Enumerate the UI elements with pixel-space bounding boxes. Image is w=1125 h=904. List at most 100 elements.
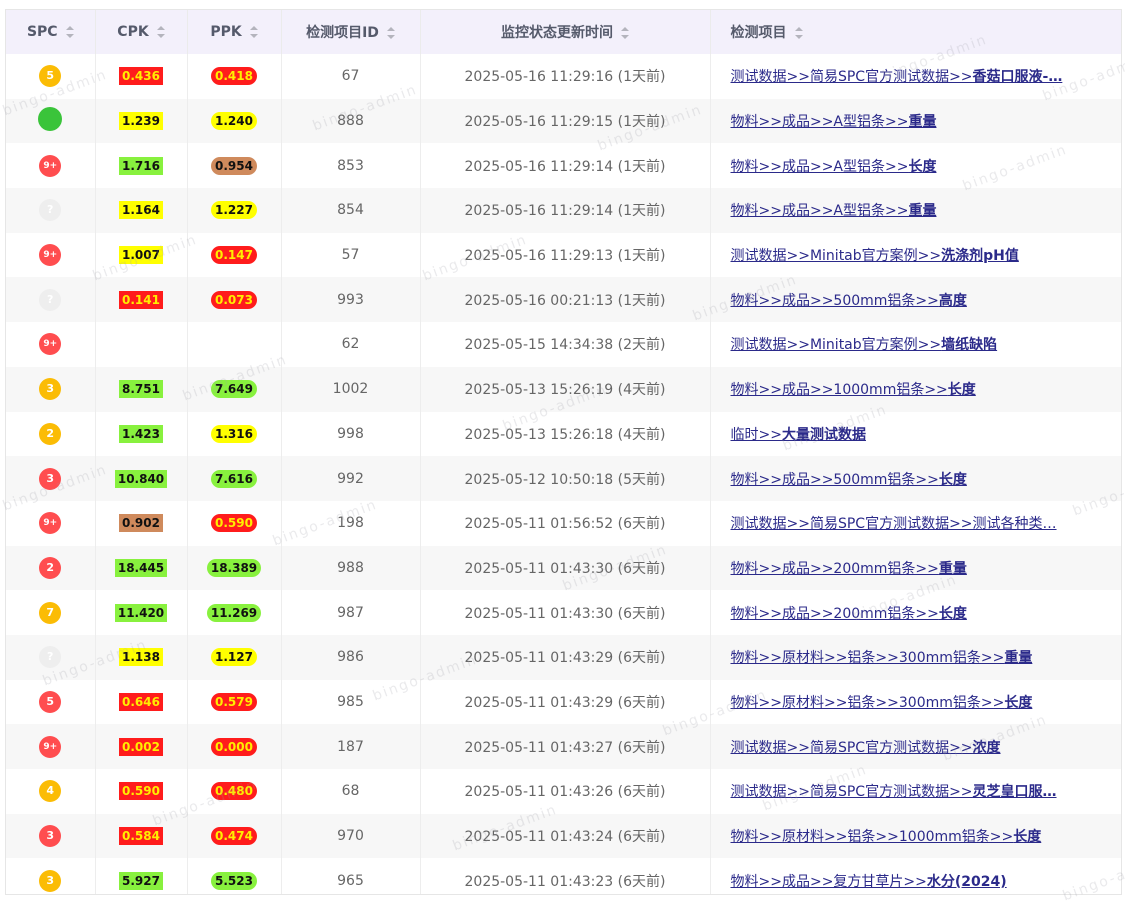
table-row[interactable]: 3 10.840 7.616 992 2025-05-12 10:50:18 (5天前)… [6,456,1121,501]
ppk-value: 0.954 [211,156,257,175]
table-row[interactable]: ? 1.138 1.127 986 2025-05-11 01:43:29 (6天前) 物… [6,634,1121,680]
item-link[interactable]: 测试数据>>简易SPC官方测试数据>>测试各种类… [731,516,1057,532]
item-link[interactable]: 物料>>原材料>>铝条>>1000mm铝条>>长度 [731,829,1042,845]
cell-spc: ? [6,634,96,680]
table-row[interactable]: 5 0.646 0.579 985 2025-05-11 01:43:29 (6天前) 物… [6,679,1121,725]
cell-item: 测试数据>>Minitab官方案例>>洗涤剂pH值 [710,233,1121,278]
spc-status-badge[interactable] [38,107,63,132]
cell-ppk: 7.616 [187,456,282,501]
item-link[interactable]: 物料>>成品>>A型铝条>>长度 [731,159,937,175]
cell-ppk: 0.480 [187,769,282,814]
sort-icon[interactable] [794,27,803,39]
spc-status-badge[interactable]: 3 [39,467,62,490]
item-link[interactable]: 物料>>成品>>A型铝条>>重量 [731,203,937,219]
table-row[interactable]: 1.239 1.240 888 2025-05-16 11:29:15 (1天前) 物料… [6,98,1121,144]
cell-ppk: 1.227 [187,188,282,233]
spc-status-badge[interactable]: 9+ [39,333,62,356]
item-path: 测试数据>>Minitab官方案例>> [730,248,942,265]
table-row[interactable]: 4 0.590 0.480 68 2025-05-11 01:43:26 (6天前) 测试… [6,769,1121,814]
spc-status-badge[interactable]: 9+ [39,512,62,535]
cell-spc [6,98,96,144]
spc-status-badge[interactable]: 2 [39,422,62,445]
item-link[interactable]: 测试数据>>简易SPC官方测试数据>>灵芝皇口服… [731,784,1057,800]
cell-item: 测试数据>>简易SPC官方测试数据>>浓度 [710,724,1121,769]
sort-icon[interactable] [156,26,165,38]
cell-update-time: 2025-05-11 01:43:30 (6天前) [420,590,711,635]
item-link[interactable]: 物料>>成品>>200mm铝条>>长度 [731,606,967,622]
table-row[interactable]: 3 8.751 7.649 1002 2025-05-13 15:26:19 (4天前)… [6,366,1121,412]
column-header-cpk[interactable]: CPK [95,10,188,54]
cell-update-time: 2025-05-11 01:56:52 (6天前) [420,500,711,546]
cpk-value: 1.423 [119,424,163,443]
item-link[interactable]: 测试数据>>Minitab官方案例>>墙纸缺陷 [731,337,998,353]
spc-status-badge[interactable]: 9+ [39,735,62,758]
sort-icon[interactable] [249,26,258,38]
column-header-time[interactable]: 监控状态更新时间 [420,10,711,54]
spc-status-badge[interactable]: 4 [39,780,62,803]
table-row[interactable]: ? 0.141 0.073 993 2025-05-16 00:21:13 (1天前) 物… [6,277,1121,323]
spc-status-badge[interactable]: 3 [39,825,62,848]
column-header-spc[interactable]: SPC [6,10,96,54]
table-row[interactable]: 3 0.584 0.474 970 2025-05-11 01:43:24 (6天前) 物… [6,813,1121,859]
sort-icon[interactable] [386,27,395,39]
cell-update-time: 2025-05-16 11:29:13 (1天前) [420,232,711,278]
table-row[interactable]: 9+ 1.007 0.147 57 2025-05-16 11:29:13 (1天前) 测… [6,232,1121,278]
ppk-value: 0.579 [211,692,257,711]
spc-status-badge[interactable]: 9+ [39,154,62,177]
table-row[interactable]: 3 5.927 5.523 965 2025-05-11 01:43:23 (6天前) 物… [6,858,1121,894]
table-row[interactable]: 2 18.445 18.389 988 2025-05-11 01:43:30 (6天前… [6,545,1121,591]
spc-status-badge[interactable]: 3 [39,378,62,401]
spc-status-badge[interactable]: 3 [39,869,62,892]
cell-update-time: 2025-05-16 11:29:16 (1天前) [420,54,711,99]
cell-update-time: 2025-05-11 01:43:23 (6天前) [420,858,711,894]
cell-spc: 3 [6,366,96,412]
item-link[interactable]: 物料>>成品>>1000mm铝条>>长度 [731,382,976,398]
item-link[interactable]: 临时>>大量测试数据 [731,427,866,443]
item-link[interactable]: 物料>>成品>>500mm铝条>>高度 [731,293,967,309]
cpk-value: 0.590 [119,782,163,801]
item-link[interactable]: 测试数据>>简易SPC官方测试数据>>香菇口服液-… [731,69,1063,85]
column-header-ppk[interactable]: PPK [187,10,282,54]
table-row[interactable]: ? 1.164 1.227 854 2025-05-16 11:29:14 (1天前) 物… [6,188,1121,233]
table-row[interactable]: 5 0.436 0.418 67 2025-05-16 11:29:16 (1天前) 测试… [6,54,1121,99]
cell-spc: 9+ [6,232,96,278]
spc-unknown-icon[interactable]: ? [39,288,62,311]
item-link[interactable]: 测试数据>>简易SPC官方测试数据>>浓度 [731,740,1001,756]
cell-spc: 5 [6,679,96,725]
spc-status-badge[interactable]: 9+ [39,244,62,267]
item-name: 长度 [938,605,967,622]
table-row[interactable]: 9+ 0.902 0.590 198 2025-05-11 01:56:52 (6天前)… [6,500,1121,546]
spc-unknown-icon[interactable]: ? [39,199,62,222]
cell-item: 物料>>成品>>500mm铝条>>长度 [710,456,1121,501]
item-link[interactable]: 物料>>原材料>>铝条>>300mm铝条>>重量 [731,650,1033,666]
item-link[interactable]: 测试数据>>Minitab官方案例>>洗涤剂pH值 [731,248,1019,264]
spc-status-badge[interactable]: 2 [39,556,62,579]
item-link[interactable]: 物料>>成品>>复方甘草片>>水分(2024) [731,874,1007,890]
item-link[interactable]: 物料>>成品>>A型铝条>>重量 [731,114,937,130]
cell-update-time: 2025-05-16 11:29:15 (1天前) [420,98,711,144]
column-header-label: 监控状态更新时间 [501,25,613,41]
cell-ppk [187,322,282,367]
item-link[interactable]: 物料>>原材料>>铝条>>300mm铝条>>长度 [731,695,1033,711]
spc-status-badge[interactable]: 5 [39,65,62,88]
column-header-label: 检测项目ID [306,25,379,41]
cell-item: 测试数据>>Minitab官方案例>>墙纸缺陷 [710,322,1121,367]
item-link[interactable]: 物料>>成品>>500mm铝条>>长度 [731,472,967,488]
table-row[interactable]: 9+ 1.716 0.954 853 2025-05-16 11:29:14 (1天前)… [6,143,1121,189]
table-row[interactable]: 2 1.423 1.316 998 2025-05-13 15:26:18 (4天前) 临… [6,411,1121,457]
spc-status-badge[interactable]: 5 [39,690,62,713]
spc-status-badge[interactable]: 7 [39,601,62,624]
column-header-item[interactable]: 检测项目 [710,10,1121,54]
cell-update-time: 2025-05-13 15:26:18 (4天前) [420,411,711,457]
table-row[interactable]: 9+ 62 2025-05-15 14:34:38 (2天前) 测试数据>>Minit… [6,322,1121,367]
item-path: 物料>>原材料>>铝条>>1000mm铝条>> [730,829,1014,846]
sort-icon[interactable] [65,26,74,38]
cell-item-id: 987 [281,590,421,635]
item-path: 物料>>成品>>A型铝条>> [730,203,909,220]
spc-unknown-icon[interactable]: ? [39,646,62,669]
column-header-id[interactable]: 检测项目ID [281,10,421,54]
table-row[interactable]: 9+ 0.002 0.000 187 2025-05-11 01:43:27 (6天前)… [6,724,1121,769]
item-link[interactable]: 物料>>成品>>200mm铝条>>重量 [731,561,967,577]
sort-icon[interactable] [621,27,629,39]
table-row[interactable]: 7 11.420 11.269 987 2025-05-11 01:43:30 (6天前… [6,590,1121,635]
